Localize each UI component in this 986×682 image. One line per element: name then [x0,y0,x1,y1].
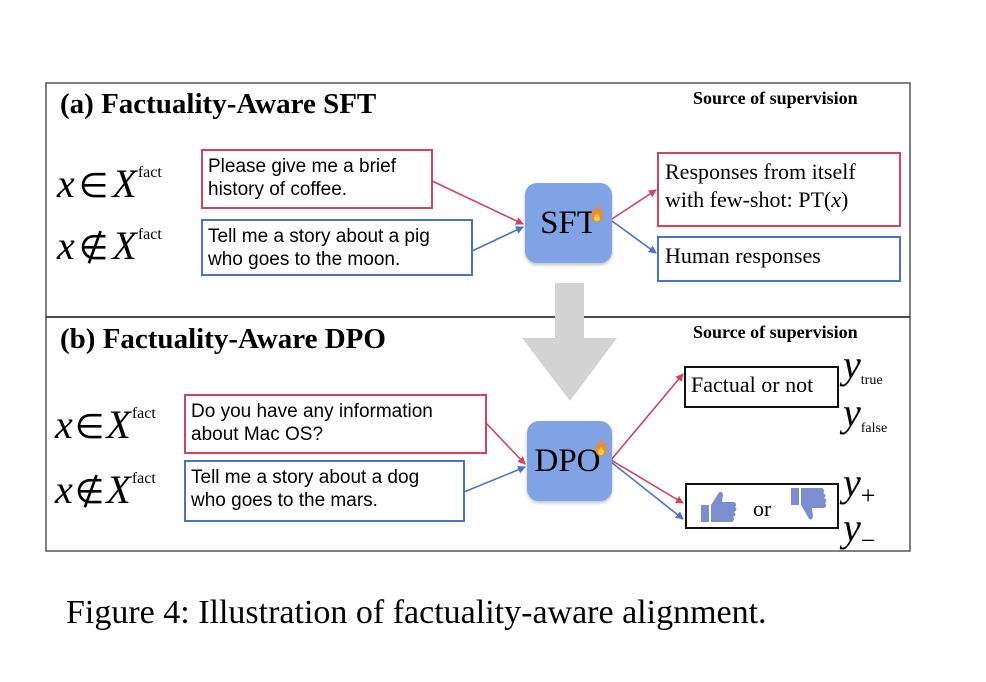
arrow-nonfact-to-dpo [463,465,526,493]
arrow-fact-to-dpo [485,422,526,465]
panel-b-title: (b) Factuality-Aware DPO [60,323,386,355]
arrow-dpo-to-pref-red [610,459,684,504]
panel-b-nonfact-prompt: Tell me a story about a dog who goes to … [184,460,465,522]
cond-var: x [57,223,75,268]
or-label: or [753,496,772,521]
prompt-line: Tell me a story about a pig [208,226,430,247]
dpo-label: DPO [534,442,601,479]
cond-sup: fact [131,470,156,487]
panel-b-condition-in: x∈Xfact [55,405,156,445]
prompt-line: who goes to the moon. [208,249,401,270]
panel-b-source-title: Source of supervision [693,322,858,342]
y-sub: true [860,373,883,388]
cond-sup: fact [137,164,162,181]
panel-a-self-responses-box: Responses from itself with few-shot: PT(… [657,152,901,227]
y-true-label: ytrue [843,345,883,388]
arrow-dpo-to-pref-blue [610,461,684,520]
cond-op: ∉ [74,474,105,511]
prompt-line: Do you have any information [191,401,433,422]
cond-set: X [112,161,137,206]
cond-var: x [57,161,75,206]
cond-op: ∈ [74,409,105,446]
arrow-sft-to-self [611,189,657,220]
prompt-line: about Mac OS? [191,424,324,445]
prompt-line: history of coffee. [208,179,348,200]
cond-set: X [106,467,131,512]
panel-b-condition-notin: x∉Xfact [55,470,156,510]
dpo-model-box: DPO [527,421,612,501]
resp-line: with few-shot: PT(x) [665,186,893,214]
cond-set: X [112,223,137,268]
panel-a-condition-notin: x ∉ Xfact [57,226,162,266]
cond-sup: fact [131,405,156,422]
cond-op: ∈ [78,168,109,205]
cond-var: x [55,402,73,447]
y-var: y [843,342,861,387]
arrow-fact-to-sft [431,180,524,225]
panel-a-human-responses-box: Human responses [657,236,901,282]
panel-a-condition-in: x ∈ Xfact [57,164,162,204]
resp-line: Human responses [665,243,821,268]
prompt-line: Please give me a brief [208,156,396,177]
cond-var: x [55,467,73,512]
thumbs-up-icon [701,491,737,522]
cond-op: ∉ [78,230,109,267]
thumbs-down-icon [791,488,827,520]
flame-icon [591,204,603,222]
figure-caption: Figure 4: Illustration of factuality-awa… [66,594,767,631]
prompt-line: Tell me a story about a dog [191,467,420,488]
resp-text: ) [840,187,849,212]
y-plus-label: y+ [843,463,875,509]
factual-or-not-box: Factual or not [684,366,839,408]
panel-a-fact-prompt: Please give me a brief history of coffee… [201,149,433,209]
panel-b-fact-prompt: Do you have any information about Mac OS… [184,394,487,454]
panel-a-source-title: Source of supervision [693,88,858,108]
y-var: y [843,460,861,505]
arrow-nonfact-to-sft [471,226,524,252]
y-var: y [843,505,861,550]
arrow-sft-to-human [611,220,657,254]
cond-set: X [106,402,131,447]
cond-sup: fact [137,226,162,243]
y-false-label: yfalse [843,393,887,436]
sft-model-box: SFT [525,183,612,263]
flame-icon [595,438,607,456]
y-sub: false [860,421,888,436]
resp-var: x [831,187,841,212]
panel-a-nonfact-prompt: Tell me a story about a pig who goes to … [201,219,473,276]
sft-label: SFT [540,204,597,241]
y-minus-label: y− [843,508,875,554]
y-sub: − [860,526,876,555]
factual-or-not-label: Factual or not [691,372,814,397]
resp-line: Responses from itself [665,159,856,184]
prompt-line: who goes to the mars. [191,490,378,511]
preference-box: or [685,483,839,529]
panel-a-title: (a) Factuality-Aware SFT [60,88,377,120]
resp-text: with few-shot: PT( [665,187,832,212]
y-var: y [843,390,861,435]
arrow-dpo-to-factual [610,373,684,461]
down-arrow-icon [522,283,617,401]
y-sub: + [860,481,876,510]
